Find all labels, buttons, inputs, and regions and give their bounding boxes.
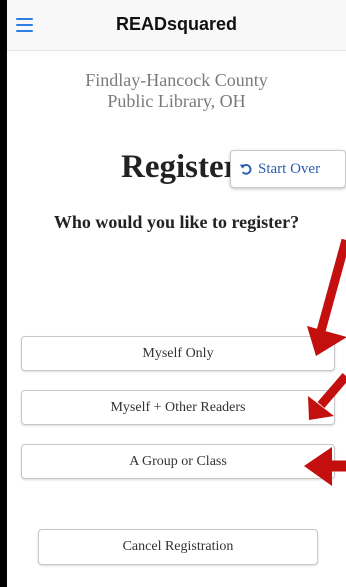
group-or-class-button[interactable]: A Group or Class bbox=[21, 444, 335, 479]
undo-icon bbox=[239, 164, 252, 175]
app-screen: READsquared Findlay-Hancock County Publi… bbox=[7, 0, 346, 587]
library-name-line2: Public Library, OH bbox=[107, 91, 246, 111]
top-bar: READsquared bbox=[7, 0, 346, 51]
library-name: Findlay-Hancock County Public Library, O… bbox=[7, 70, 346, 112]
myself-only-button[interactable]: Myself Only bbox=[21, 336, 335, 371]
page-title: Register bbox=[121, 149, 239, 185]
start-over-button[interactable]: Start Over bbox=[230, 150, 346, 188]
start-over-label: Start Over bbox=[258, 160, 321, 177]
register-question: Who would you like to register? bbox=[53, 212, 300, 232]
library-name-line1: Findlay-Hancock County bbox=[85, 70, 268, 90]
myself-other-readers-button[interactable]: Myself + Other Readers bbox=[21, 390, 335, 425]
cancel-registration-button[interactable]: Cancel Registration bbox=[38, 529, 318, 565]
app-title: READsquared bbox=[115, 14, 238, 34]
